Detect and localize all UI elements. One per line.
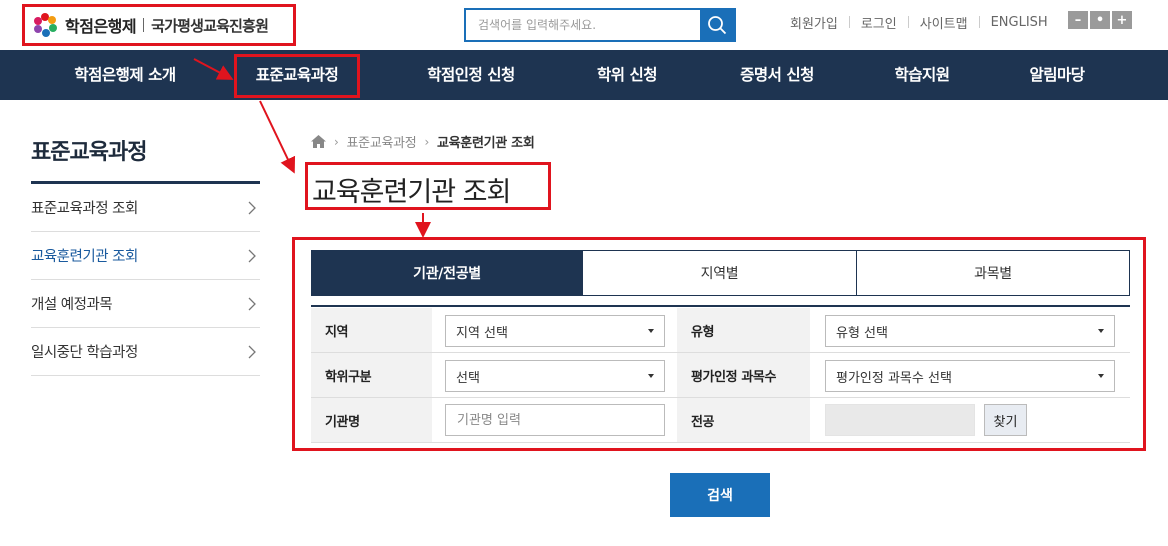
degree-type-select-value: 선택 [456,370,480,386]
breadcrumb-separator: › [334,134,339,149]
eval-course-count-select[interactable]: 평가인정 과목수 선택 [825,360,1115,392]
home-icon[interactable] [311,135,326,148]
chevron-down-icon [648,374,654,378]
region-select-value: 지역 선택 [456,325,508,341]
tab-subject[interactable]: 과목별 [856,250,1130,296]
breadcrumb-parent[interactable]: 표준교육과정 [347,132,417,151]
breadcrumb-current: 교육훈련기관 조회 [436,136,535,151]
region-select[interactable]: 지역 선택 [445,315,665,347]
eval-course-count-select-value: 평가인정 과목수 선택 [836,370,952,386]
tab-institution-major[interactable]: 기관/전공별 [311,250,583,296]
chevron-right-icon [248,201,256,214]
sidebar-item-institution-search[interactable]: 교육훈련기관 조회 [31,232,260,280]
type-select[interactable]: 유형 선택 [825,315,1115,347]
breadcrumb-separator: › [424,134,429,149]
tab-region[interactable]: 지역별 [582,250,857,296]
sidebar-item-label: 일시중단 학습과정 [31,345,138,361]
eval-course-count-label: 평가인정 과목수 [677,353,810,397]
chevron-right-icon [248,297,256,310]
region-label: 지역 [311,308,432,352]
chevron-down-icon [648,329,654,333]
major-label: 전공 [677,398,810,442]
sidebar-item-standard-curriculum[interactable]: 표준교육과정 조회 [31,184,260,232]
type-select-value: 유형 선택 [836,325,888,341]
breadcrumb: › 표준교육과정 › 교육훈련기관 조회 [311,132,535,151]
find-major-button[interactable]: 찾기 [984,404,1027,436]
sidebar-item-label: 표준교육과정 조회 [31,201,138,217]
form-top-border [311,305,1130,307]
sidebar-item-label: 개설 예정과목 [31,297,113,313]
arrow-to-nav [193,58,234,80]
chevron-right-icon [248,345,256,358]
page-title: 교육훈련기관 조회 [312,177,511,208]
search-submit-button[interactable]: 검색 [670,473,770,517]
chevron-down-icon [1098,374,1104,378]
sidebar-title: 표준교육과정 [31,140,147,165]
row-divider [311,442,1130,443]
sidebar-item-label: 교육훈련기관 조회 [31,249,138,265]
arrow-to-title [259,100,296,174]
institution-name-input[interactable] [445,404,665,436]
major-field [825,404,975,436]
degree-type-select[interactable]: 선택 [445,360,665,392]
degree-type-label: 학위구분 [311,353,432,397]
chevron-right-icon [248,249,256,262]
type-label: 유형 [677,308,810,352]
sidebar-item-suspended-courses[interactable]: 일시중단 학습과정 [31,328,260,376]
institution-name-label: 기관명 [311,398,432,442]
chevron-down-icon [1098,329,1104,333]
sidebar-item-scheduled-courses[interactable]: 개설 예정과목 [31,280,260,328]
